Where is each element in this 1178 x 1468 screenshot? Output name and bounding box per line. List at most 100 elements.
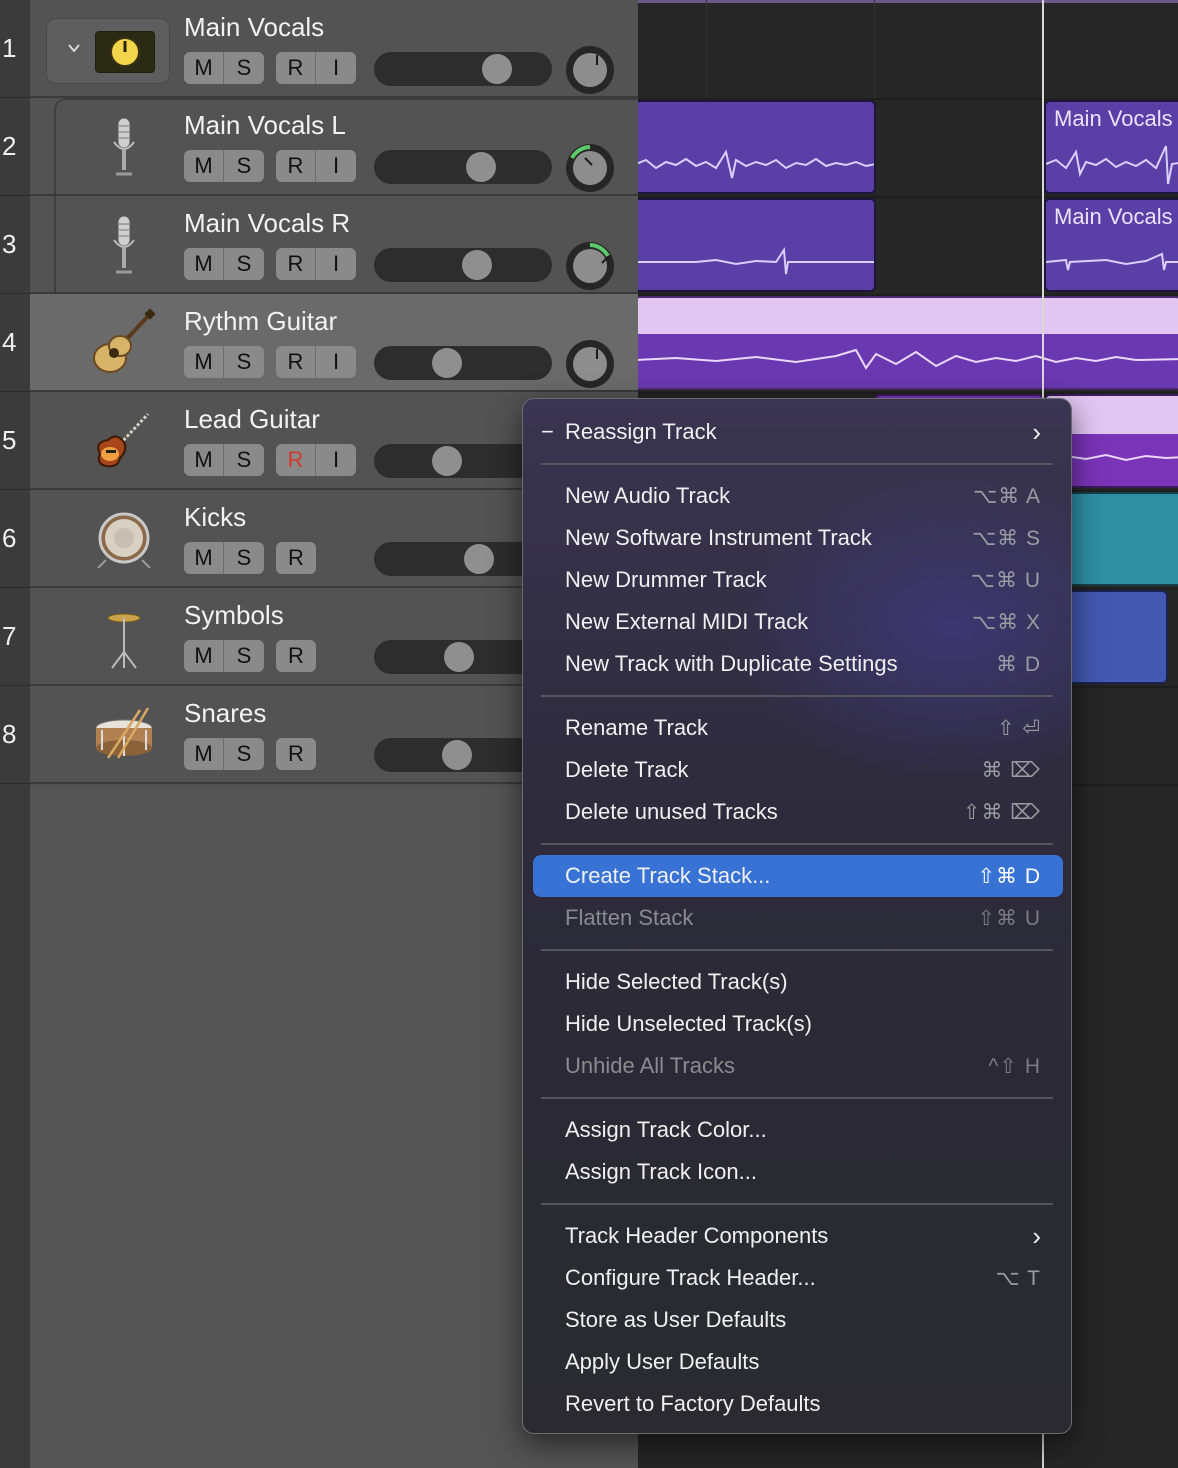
solo-button[interactable]: S: [224, 738, 264, 770]
solo-button[interactable]: S: [224, 150, 264, 182]
mute-button[interactable]: M: [184, 738, 224, 770]
volume-slider-thumb[interactable]: [442, 740, 472, 770]
track-name[interactable]: Main Vocals R: [184, 208, 350, 239]
menu-item-label: Configure Track Header...: [565, 1265, 816, 1290]
menu-item-unhide-all-tracks[interactable]: Unhide All Tracks ^⇧ H: [533, 1045, 1063, 1087]
track-name[interactable]: Rythm Guitar: [184, 306, 337, 337]
input-monitor-button[interactable]: I: [316, 346, 356, 378]
mute-button[interactable]: M: [184, 248, 224, 280]
menu-item-create-track-stack[interactable]: Create Track Stack... ⇧⌘ D: [533, 855, 1063, 897]
track-header-rythm-guitar[interactable]: Rythm Guitar M S R I: [30, 294, 638, 392]
track-header-main-vocals-l[interactable]: Main Vocals L M S R I: [30, 98, 638, 196]
solo-button[interactable]: S: [224, 248, 264, 280]
pan-knob[interactable]: [566, 144, 614, 192]
volume-slider[interactable]: [374, 52, 552, 86]
input-monitor-button[interactable]: I: [316, 150, 356, 182]
menu-separator: [541, 843, 1053, 845]
volume-slider-thumb[interactable]: [466, 152, 496, 182]
track-name[interactable]: Main Vocals L: [184, 110, 346, 141]
chevron-down-icon[interactable]: [67, 41, 81, 55]
input-monitor-button[interactable]: I: [316, 444, 356, 476]
menu-item-track-header-components[interactable]: Track Header Components ›: [533, 1215, 1063, 1257]
record-enable-button[interactable]: R: [276, 738, 316, 770]
record-enable-button[interactable]: R: [276, 444, 316, 476]
mute-button[interactable]: M: [184, 52, 224, 84]
menu-item-new-drummer-track[interactable]: New Drummer Track ⌥⌘ U: [533, 559, 1063, 601]
mute-button[interactable]: M: [184, 640, 224, 672]
track-buttons: M S R: [184, 640, 316, 672]
volume-slider[interactable]: [374, 346, 552, 380]
menu-item-assign-track-color[interactable]: Assign Track Color...: [533, 1109, 1063, 1151]
pan-knob[interactable]: [566, 46, 614, 94]
solo-button[interactable]: S: [224, 640, 264, 672]
menu-item-configure-track-header[interactable]: Configure Track Header... ⌥ T: [533, 1257, 1063, 1299]
track-name[interactable]: Kicks: [184, 502, 246, 533]
solo-button[interactable]: S: [224, 542, 264, 574]
input-monitor-button[interactable]: I: [316, 248, 356, 280]
menu-separator: [541, 949, 1053, 951]
menu-item-assign-track-icon[interactable]: Assign Track Icon...: [533, 1151, 1063, 1193]
menu-item-hide-unselected-tracks[interactable]: Hide Unselected Track(s): [533, 1003, 1063, 1045]
mute-button[interactable]: M: [184, 444, 224, 476]
volume-slider[interactable]: [374, 248, 552, 282]
menu-item-store-user-defaults[interactable]: Store as User Defaults: [533, 1299, 1063, 1341]
record-enable-button[interactable]: R: [276, 248, 316, 280]
record-enable-button[interactable]: R: [276, 640, 316, 672]
mute-button[interactable]: M: [184, 150, 224, 182]
volume-slider-thumb[interactable]: [462, 250, 492, 280]
track-name[interactable]: Lead Guitar: [184, 404, 320, 435]
menu-item-revert-factory-defaults[interactable]: Revert to Factory Defaults: [533, 1383, 1063, 1425]
pan-knob[interactable]: [566, 340, 614, 388]
minus-icon: −: [541, 419, 554, 444]
audio-region[interactable]: [638, 296, 1178, 390]
track-stack-folder[interactable]: [46, 18, 170, 84]
menu-item-label: New Drummer Track: [565, 567, 767, 592]
menu-item-new-external-midi-track[interactable]: New External MIDI Track ⌥⌘ X: [533, 601, 1063, 643]
menu-item-new-audio-track[interactable]: New Audio Track ⌥⌘ A: [533, 475, 1063, 517]
volume-slider-thumb[interactable]: [444, 642, 474, 672]
volume-slider-thumb[interactable]: [464, 544, 494, 574]
menu-item-label: New Audio Track: [565, 483, 731, 508]
track-stack-icon: [95, 31, 155, 73]
volume-slider-thumb[interactable]: [482, 54, 512, 84]
record-enable-button[interactable]: R: [276, 52, 316, 84]
menu-item-reassign-track[interactable]: − Reassign Track ›: [533, 411, 1063, 453]
menu-item-delete-unused-tracks[interactable]: Delete unused Tracks ⇧⌘ ⌦: [533, 791, 1063, 833]
track-buttons: M S R: [184, 542, 316, 574]
menu-item-new-software-instrument-track[interactable]: New Software Instrument Track ⌥⌘ S: [533, 517, 1063, 559]
record-enable-button[interactable]: R: [276, 150, 316, 182]
volume-slider[interactable]: [374, 150, 552, 184]
audio-region[interactable]: Main Vocals: [1044, 100, 1178, 194]
track-name[interactable]: Main Vocals: [184, 12, 324, 43]
menu-item-apply-user-defaults[interactable]: Apply User Defaults: [533, 1341, 1063, 1383]
volume-slider-thumb[interactable]: [432, 348, 462, 378]
menu-item-rename-track[interactable]: Rename Track ⇧ ⏎: [533, 707, 1063, 749]
audio-region[interactable]: [638, 100, 876, 194]
track-header-main-vocals[interactable]: Main Vocals M S R I: [30, 0, 638, 98]
track-header-main-vocals-r[interactable]: Main Vocals R M S R I: [30, 196, 638, 294]
menu-item-new-track-duplicate-settings[interactable]: New Track with Duplicate Settings ⌘ D: [533, 643, 1063, 685]
track-number: 6: [0, 490, 30, 588]
menu-item-label: Unhide All Tracks: [565, 1053, 735, 1078]
volume-slider-thumb[interactable]: [432, 446, 462, 476]
solo-button[interactable]: S: [224, 52, 264, 84]
audio-region[interactable]: [638, 198, 876, 292]
pan-knob[interactable]: [566, 242, 614, 290]
menu-item-hide-selected-tracks[interactable]: Hide Selected Track(s): [533, 961, 1063, 1003]
track-number: 1: [0, 0, 30, 98]
track-buttons: M S R I: [184, 52, 356, 84]
track-name[interactable]: Symbols: [184, 600, 284, 631]
menu-item-flatten-stack[interactable]: Flatten Stack ⇧⌘ U: [533, 897, 1063, 939]
waveform: [1046, 145, 1178, 185]
solo-button[interactable]: S: [224, 444, 264, 476]
input-monitor-button[interactable]: I: [316, 52, 356, 84]
mute-button[interactable]: M: [184, 542, 224, 574]
solo-button[interactable]: S: [224, 346, 264, 378]
record-enable-button[interactable]: R: [276, 346, 316, 378]
mute-button[interactable]: M: [184, 346, 224, 378]
menu-item-delete-track[interactable]: Delete Track ⌘ ⌦: [533, 749, 1063, 791]
region-strip: [638, 0, 1178, 3]
record-enable-button[interactable]: R: [276, 542, 316, 574]
audio-region[interactable]: Main Vocals: [1044, 198, 1178, 292]
track-name[interactable]: Snares: [184, 698, 266, 729]
